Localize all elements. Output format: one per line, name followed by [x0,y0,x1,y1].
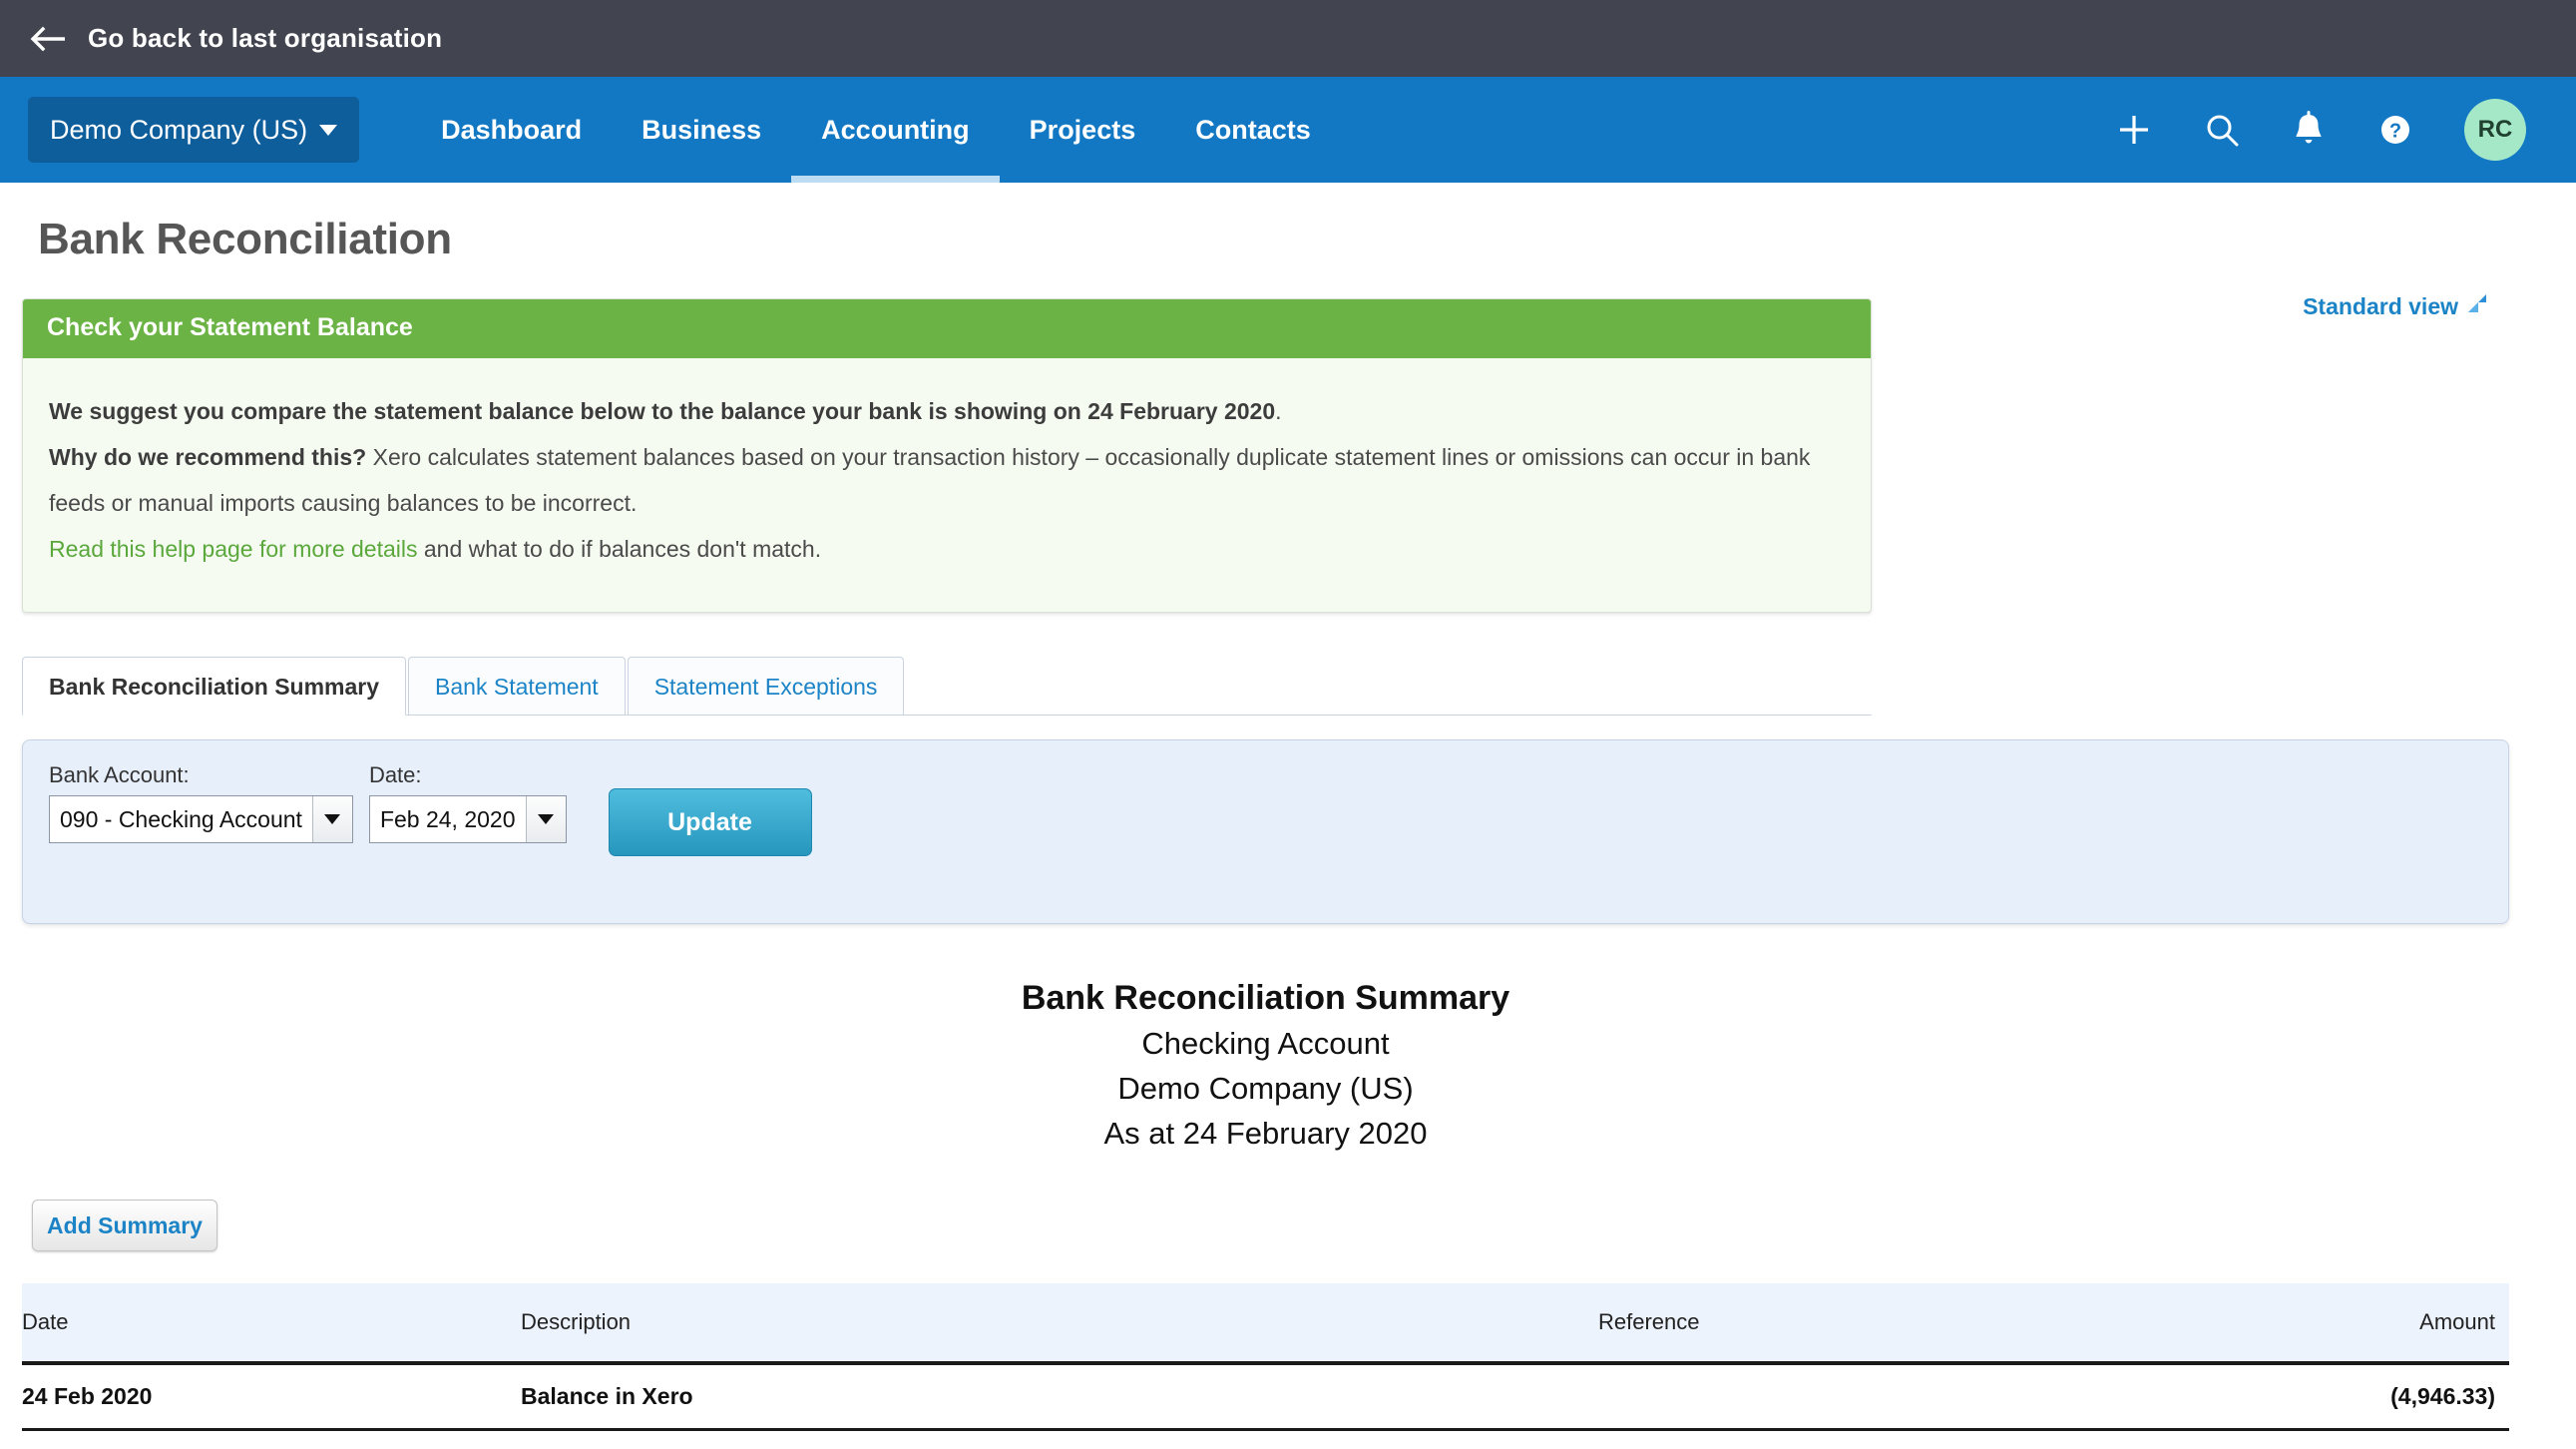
alert-heading: Check your Statement Balance [23,299,1871,358]
report-company: Demo Company (US) [22,1066,2509,1111]
report-as-at: As at 24 February 2020 [22,1111,2509,1156]
org-selector[interactable]: Demo Company (US) [28,97,359,163]
nav-actions: ? RC [2115,99,2548,161]
table-row: 24 Feb 2020 Balance in Xero (4,946.33) [22,1363,2509,1430]
help-page-link[interactable]: Read this help page for more details [49,536,418,562]
nav-label: Projects [1030,115,1136,146]
tab-statement-exceptions[interactable]: Statement Exceptions [628,657,905,715]
nav-item-business[interactable]: Business [612,77,791,183]
standard-view-link[interactable]: Standard view [2303,292,2488,320]
go-back-label: Go back to last organisation [88,23,442,54]
section-label: Plus Outstanding Payments [22,1430,2509,1449]
org-selector-label: Demo Company (US) [50,115,307,146]
svg-text:?: ? [2389,121,2401,143]
bank-account-field: Bank Account: 090 - Checking Account [49,762,353,843]
nav-label: Contacts [1195,115,1311,146]
external-link-icon [2466,292,2488,320]
tab-bank-reconciliation-summary[interactable]: Bank Reconciliation Summary [22,657,406,716]
avatar[interactable]: RC [2464,99,2526,161]
bank-account-value: 090 - Checking Account [50,796,312,842]
update-button[interactable]: Update [609,788,812,856]
report-account: Checking Account [22,1021,2509,1066]
nav-item-dashboard[interactable]: Dashboard [411,77,612,183]
alert-line-2: Why do we recommend this? Xero calculate… [49,434,1845,526]
row-date: 24 Feb 2020 [22,1363,521,1430]
statement-balance-alert: Check your Statement Balance We suggest … [22,298,1872,613]
bank-account-label: Bank Account: [49,762,353,788]
col-date: Date [22,1283,521,1363]
col-amount: Amount [2217,1283,2509,1363]
row-description: Balance in Xero [521,1363,1598,1430]
alert-line-1-tail: . [1275,398,1281,424]
nav-label: Dashboard [441,115,582,146]
alert-line-2-bold: Why do we recommend this? [49,444,366,470]
plus-icon[interactable] [2115,111,2153,149]
nav-links: Dashboard Business Accounting Projects C… [411,77,1341,183]
chevron-down-icon[interactable] [526,796,566,842]
alert-line-1-bold: We suggest you compare the statement bal… [49,398,1275,424]
date-value: Feb 24, 2020 [370,796,526,842]
alert-body: We suggest you compare the statement bal… [23,358,1871,612]
go-back-bar[interactable]: Go back to last organisation [0,0,2576,77]
table-section-row: Plus Outstanding Payments [22,1430,2509,1449]
tab-label: Statement Exceptions [654,674,878,700]
tab-bank-statement[interactable]: Bank Statement [408,657,626,715]
nav-item-accounting[interactable]: Accounting [791,77,1000,183]
nav-label: Accounting [821,115,970,146]
avatar-initials: RC [2478,116,2513,144]
nav-item-projects[interactable]: Projects [1000,77,1166,183]
report-filter-bar: Bank Account: 090 - Checking Account Dat… [22,739,2509,924]
tab-label: Bank Reconciliation Summary [49,674,379,700]
alert-line-3: Read this help page for more details and… [49,526,1845,572]
bell-icon[interactable] [2291,111,2327,149]
report-tabs: Bank Reconciliation Summary Bank Stateme… [22,657,1872,716]
nav-item-contacts[interactable]: Contacts [1165,77,1341,183]
standard-view-label: Standard view [2303,293,2458,320]
alert-line-3-tail: and what to do if balances don't match. [418,536,822,562]
tab-label: Bank Statement [435,674,599,700]
help-icon[interactable]: ? [2376,111,2414,149]
date-label: Date: [369,762,567,788]
col-reference: Reference [1598,1283,2217,1363]
col-description: Description [521,1283,1598,1363]
alert-line-1: We suggest you compare the statement bal… [49,388,1845,434]
bank-account-select[interactable]: 090 - Checking Account [49,795,353,843]
chevron-down-icon[interactable] [312,796,352,842]
arrow-left-icon[interactable] [30,24,70,54]
row-reference [1598,1363,2217,1430]
add-summary-label: Add Summary [47,1212,203,1239]
row-amount: (4,946.33) [2217,1363,2509,1430]
date-select[interactable]: Feb 24, 2020 [369,795,567,843]
nav-label: Business [642,115,761,146]
report-section: Bank Reconciliation Summary Checking Acc… [22,976,2554,1449]
page-body: Bank Reconciliation Standard view Check … [0,215,2576,1449]
chevron-down-icon [319,125,337,136]
reconciliation-table: Date Description Reference Amount 24 Feb… [22,1283,2509,1449]
update-label: Update [667,808,752,837]
report-title: Bank Reconciliation Summary [22,976,2509,1021]
page-title: Bank Reconciliation [38,215,2554,264]
main-navbar: Demo Company (US) Dashboard Business Acc… [0,77,2576,183]
add-summary-button[interactable]: Add Summary [32,1200,217,1251]
search-icon[interactable] [2203,111,2241,149]
table-header-row: Date Description Reference Amount [22,1283,2509,1363]
date-field: Date: Feb 24, 2020 [369,762,567,843]
